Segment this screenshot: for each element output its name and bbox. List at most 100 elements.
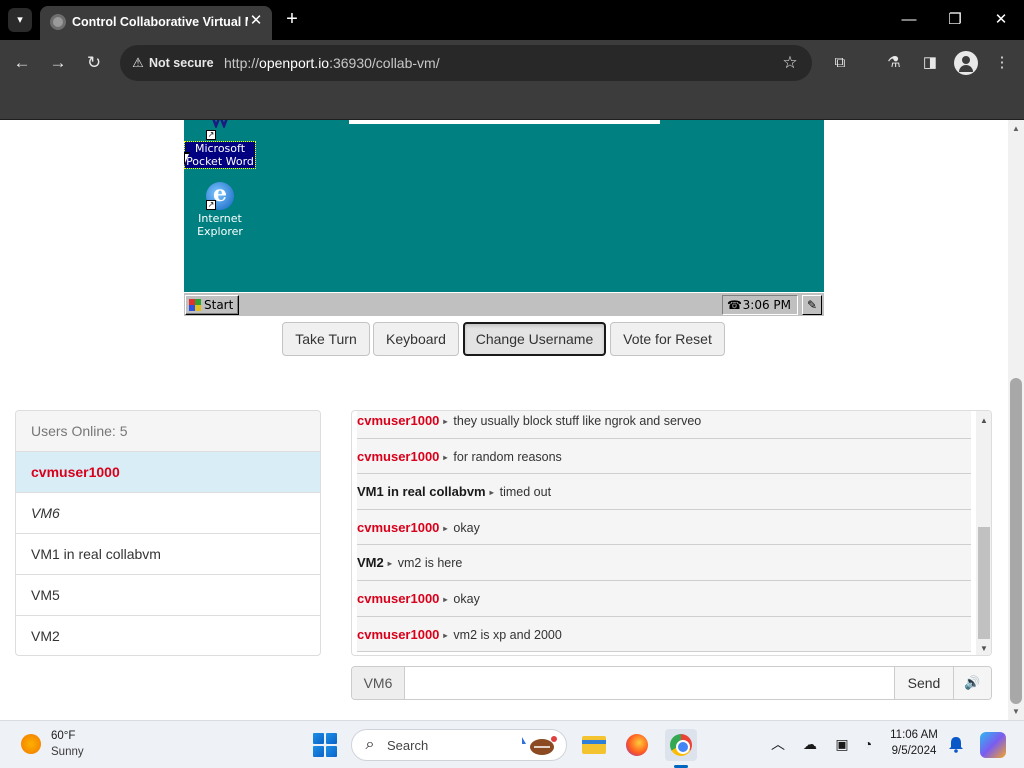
user-item-self[interactable]: cvmuser1000 [16, 452, 320, 493]
chat-scrollbar[interactable]: ▲ ▼ [976, 411, 991, 655]
scroll-down-arrow-icon[interactable]: ▼ [1012, 707, 1020, 716]
chat-username: cvmuser1000 [357, 626, 440, 642]
vm-icon-label-line1: Microsoft [194, 142, 246, 155]
sun-weather-icon[interactable] [21, 734, 41, 754]
scroll-down-arrow-icon[interactable]: ▼ [980, 644, 988, 653]
chrome-icon[interactable] [665, 729, 697, 761]
chat-arrow-icon: ▸ [489, 488, 494, 498]
show-hidden-icons-chevron-icon[interactable]: ︿ [768, 734, 788, 754]
browser-toolbar: ← → ↻ ⚠ Not secure http://openport.io:36… [0, 40, 1024, 86]
vote-reset-button[interactable]: Vote for Reset [610, 322, 725, 356]
user-item[interactable]: VM6 [16, 493, 320, 534]
vm-icon-label-line2: Explorer [197, 225, 243, 238]
pocket-word-icon: ↗ [204, 120, 236, 140]
tab-search-button[interactable]: ▾ [8, 8, 32, 32]
chat-panel[interactable]: cvmuser1000 ▸ they usually block stuff lik… [351, 410, 992, 656]
browser-tab-bar: ▾ Control Collaborative Virtual M ✕ + — … [0, 0, 1024, 40]
user-item[interactable]: VM5 [16, 575, 320, 616]
volume-icon[interactable]: ◔ [858, 734, 878, 754]
vm-start-button[interactable]: Start [185, 295, 239, 315]
bookmark-star-icon[interactable]: ☆ [778, 51, 802, 75]
side-panel-icon[interactable]: ◨ [918, 51, 942, 75]
page-scrollbar-thumb[interactable] [1010, 378, 1022, 704]
chat-message: cvmuser1000 ▸ vm2 is xp and 2000 [357, 616, 971, 653]
tab-close-icon[interactable]: ✕ [246, 11, 266, 31]
copilot-icon[interactable] [980, 732, 1006, 758]
forward-button[interactable]: → [46, 51, 70, 75]
vm-start-label: Start [204, 298, 234, 312]
chat-username: cvmuser1000 [357, 590, 440, 606]
url-path: :36930/collab-vm/ [329, 55, 440, 71]
vm-icon-label: Microsoft Pocket Word [184, 141, 256, 169]
chat-message: cvmuser1000 ▸ they usually block stuff lik… [357, 411, 971, 439]
vm-desktop-icon-internet-explorer[interactable]: ↗ InternetExplorer [180, 178, 260, 240]
search-highlight-art-icon [522, 736, 557, 755]
vm-window-edge [349, 120, 660, 124]
extensions-icon[interactable]: ⧉ [828, 51, 852, 75]
chat-message-line: cvmuser1000 ▸ for random reasons [357, 449, 562, 464]
taskbar-search-box[interactable]: ⌕ Search [351, 729, 567, 761]
shortcut-arrow-icon: ↗ [206, 200, 216, 210]
labs-flask-icon[interactable]: ⚗ [882, 51, 906, 75]
chat-message-line: VM1 in real collabvm ▸ timed out [357, 484, 551, 499]
internet-explorer-icon: ↗ [204, 178, 236, 210]
vm-taskbar: Start ☎ 3:06 PM ✎ [184, 292, 824, 316]
chat-message: cvmuser1000 ▸ for random reasons [357, 438, 971, 475]
chat-text: timed out [499, 485, 552, 500]
chat-message: cvmuser1000 ▸ okay [357, 509, 971, 546]
minimize-button[interactable]: — [896, 8, 922, 32]
restore-button[interactable]: ❐ [942, 8, 968, 32]
firefox-icon[interactable] [621, 729, 653, 761]
back-button[interactable]: ← [10, 51, 34, 75]
user-item[interactable]: VM1 in real collabvm [16, 534, 320, 575]
chat-input[interactable] [406, 667, 894, 699]
close-window-button[interactable]: ✕ [988, 8, 1014, 32]
chat-message-line: cvmuser1000 ▸ vm2 is xp and 2000 [357, 627, 562, 642]
user-item[interactable]: VM2 [16, 616, 320, 655]
change-username-button[interactable]: Change Username [463, 322, 606, 356]
vm-icon-label-line2: Pocket Word [186, 155, 254, 168]
chat-arrow-icon: ▸ [443, 523, 448, 533]
chat-message-line: cvmuser1000 ▸ okay [357, 591, 480, 606]
page-scrollbar[interactable]: ▲ ▼ [1008, 120, 1024, 720]
new-tab-button[interactable]: + [281, 8, 303, 30]
vm-screen[interactable]: ↗ MicrosoftPocket Word ↗ InternetExplore… [184, 120, 824, 316]
vm-clock: 3:06 PM [742, 298, 791, 312]
keyboard-button[interactable]: Keyboard [373, 322, 459, 356]
more-menu-icon[interactable]: ⋮ [990, 51, 1014, 75]
chat-scrollbar-thumb[interactable] [978, 527, 990, 639]
weather-condition[interactable]: Sunny [51, 746, 84, 758]
taskbar-clock-time[interactable]: 11:06 AM [880, 729, 948, 741]
chat-text: okay [453, 591, 480, 606]
url-text[interactable]: http://openport.io:36930/collab-vm/ [224, 55, 440, 71]
browser-tab[interactable]: Control Collaborative Virtual M ✕ [40, 6, 272, 40]
scroll-up-arrow-icon[interactable]: ▲ [1012, 124, 1020, 133]
file-explorer-icon[interactable] [578, 729, 610, 761]
tab-title: Control Collaborative Virtual M [72, 15, 248, 29]
warning-icon: ⚠ [132, 55, 144, 70]
display-icon[interactable]: ▣ [832, 734, 852, 754]
vm-input-panel-icon[interactable]: ✎ [802, 295, 822, 315]
profile-avatar-icon[interactable] [954, 51, 978, 75]
chat-input-group: VM6 Send 🔊 [351, 666, 992, 700]
address-bar[interactable]: ⚠ Not secure http://openport.io:36930/co… [120, 45, 812, 81]
chat-message-line: cvmuser1000 ▸ they usually block stuff lik… [357, 413, 701, 428]
windows-start-icon[interactable] [313, 733, 337, 757]
speaker-icon[interactable]: 🔊 [953, 667, 991, 699]
taskbar-clock-date[interactable]: 9/5/2024 [880, 745, 948, 757]
notification-bell-icon[interactable] [947, 735, 965, 753]
chat-text: vm2 is here [397, 556, 463, 571]
onedrive-sync-icon[interactable]: ☁ [800, 734, 820, 754]
send-button[interactable]: Send [894, 667, 953, 699]
take-turn-button[interactable]: Take Turn [282, 322, 370, 356]
chat-arrow-icon: ▸ [443, 594, 448, 604]
chat-username: cvmuser1000 [357, 519, 440, 535]
scroll-up-arrow-icon[interactable]: ▲ [980, 416, 988, 425]
weather-temperature[interactable]: 60°F [51, 730, 75, 742]
chat-username: VM1 in real collabvm [357, 484, 486, 500]
security-label: Not secure [149, 56, 214, 70]
chat-username: cvmuser1000 [357, 448, 440, 464]
vm-desktop-icon-pocket-word[interactable]: ↗ Microsoft Pocket Word [180, 120, 260, 170]
reload-button[interactable]: ↻ [82, 51, 106, 75]
security-chip[interactable]: ⚠ Not secure [126, 49, 216, 77]
